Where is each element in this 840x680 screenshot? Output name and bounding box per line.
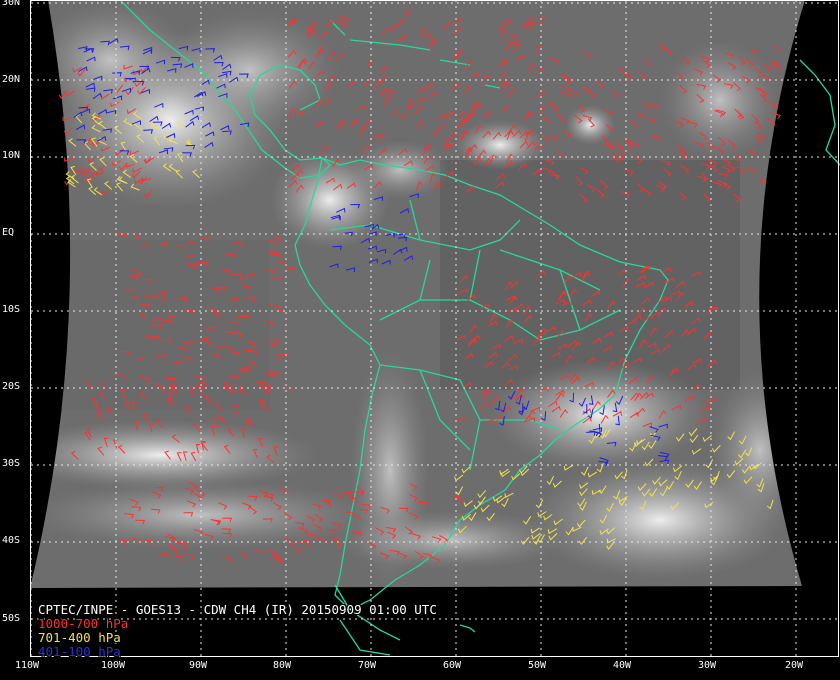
lon-label-20w: 20W [785,660,804,671]
lat-label-40s: 40S [2,535,21,546]
lat-label-10s: 10S [2,304,21,315]
lon-label-90w: 90W [189,660,208,671]
african-coast-edge [799,59,840,166]
lon-label-50w: 50W [528,660,547,671]
lon-label-60w: 60W [443,660,462,671]
legend-high-level: 401-100 hPa [38,644,121,659]
satellite-map-frame: 30N 20N 10N EQ 10S 20S 30S 40S 50S 110W … [0,0,840,680]
lon-label-80w: 80W [273,660,292,671]
legend-mid-level: 701-400 hPa [38,630,121,645]
lat-label-20s: 20S [2,381,21,392]
product-caption: CPTEC/INPE - GOES13 - CDW CH4 (IR) 20150… [38,603,437,659]
product-title: CPTEC/INPE - GOES13 - CDW CH4 (IR) 20150… [38,602,437,617]
lat-label-10n: 10N [2,150,21,161]
lat-label-20n: 20N [2,74,21,85]
lat-label-eq: EQ [2,227,15,238]
lon-label-40w: 40W [613,660,632,671]
falkland-islands [459,624,476,633]
satellite-map [30,0,840,657]
lon-label-100w: 100W [101,660,126,671]
lon-label-110w: 110W [15,660,40,671]
lat-label-50s: 50S [2,613,21,624]
legend-low-level: 1000-700 hPa [38,616,129,631]
lon-label-30w: 30W [698,660,717,671]
lat-label-30s: 30S [2,458,21,469]
lon-label-70w: 70W [358,660,377,671]
lat-label-30n: 30N [2,0,21,8]
